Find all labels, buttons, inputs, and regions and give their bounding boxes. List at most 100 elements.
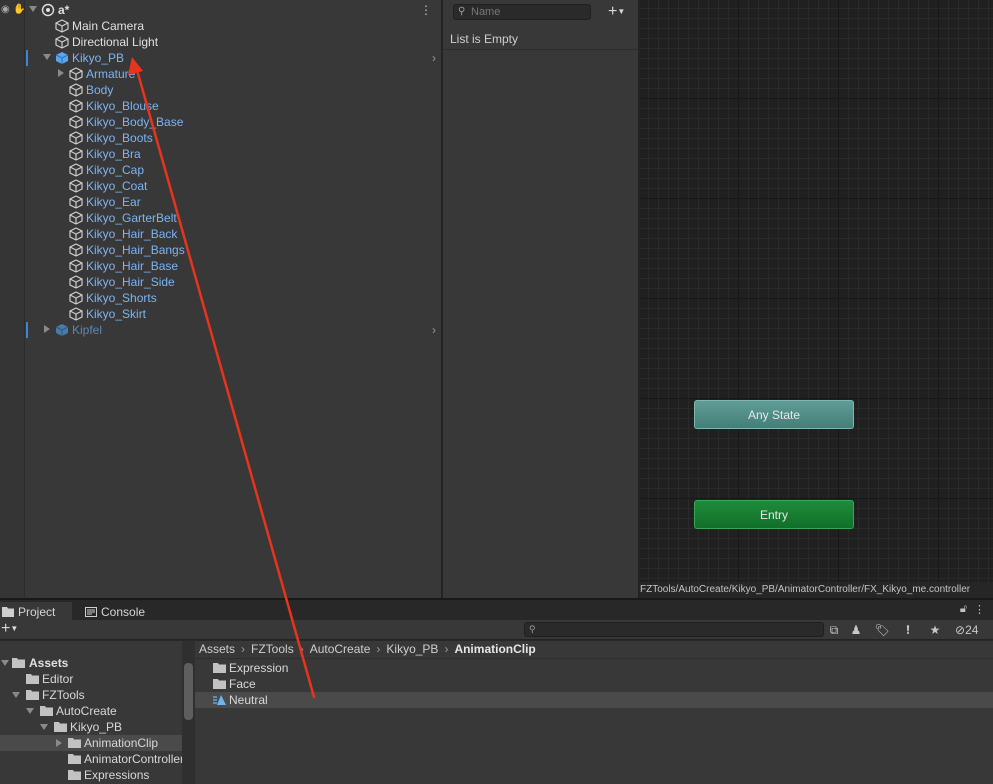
hierarchy-item-label: Kikyo_Coat: [86, 179, 148, 193]
hierarchy-item-kikyo-ear[interactable]: Kikyo_Ear: [0, 194, 441, 210]
tree-item-expressions[interactable]: Expressions: [0, 767, 182, 783]
prefab-icon: [55, 324, 69, 336]
hierarchy-item-kikyo-hair-back[interactable]: Kikyo_Hair_Back: [0, 226, 441, 242]
entry-node[interactable]: Entry: [694, 500, 854, 529]
hierarchy-item-kikyo-hair-bangs[interactable]: Kikyo_Hair_Bangs: [0, 242, 441, 258]
visibility-icon[interactable]: ◉: [1, 4, 10, 15]
project-toolbar: +▼ ⚲ ⧉ ♟ 🏷︎ ❗︎ ★ ⊘24: [0, 620, 993, 640]
scene-menu-icon[interactable]: ⋮: [420, 4, 432, 16]
hierarchy-item-label: Kikyo_Blouse: [86, 99, 159, 113]
pickable-icon[interactable]: ✋: [13, 4, 25, 15]
favorite-star-icon[interactable]: ★: [927, 622, 943, 638]
filter-by-label-icon[interactable]: 🏷︎: [874, 622, 890, 638]
asset-item-label: Neutral: [229, 693, 268, 707]
asset-item-face[interactable]: Face: [195, 676, 993, 692]
tree-item-label: Assets: [29, 656, 69, 670]
hierarchy-item-kikyo-blouse[interactable]: Kikyo_Blouse: [0, 98, 441, 114]
add-parameter-label: +: [608, 3, 618, 20]
hierarchy-item-kikyo-boots[interactable]: Kikyo_Boots: [0, 130, 441, 146]
hierarchy-item-kikyo-garterbelt[interactable]: Kikyo_GarterBelt: [0, 210, 441, 226]
tree-scrollbar[interactable]: [182, 641, 195, 784]
tree-item-assets[interactable]: Assets: [0, 655, 182, 671]
tab-bar: Project Console 🔓︎ ⋮: [0, 598, 993, 622]
hierarchy-item-main-camera[interactable]: Main Camera: [0, 18, 441, 34]
lock-icon[interactable]: 🔓︎: [960, 603, 967, 616]
expand-arrow-icon[interactable]: [29, 6, 37, 12]
parameter-search-box[interactable]: ⚲: [453, 4, 591, 20]
hierarchy-item-kikyo-bra[interactable]: Kikyo_Bra: [0, 146, 441, 162]
hierarchy-item-kikyo-hair-base[interactable]: Kikyo_Hair_Base: [0, 258, 441, 274]
breadcrumb-autocreate[interactable]: AutoCreate: [310, 642, 371, 656]
hierarchy-item-kipfel[interactable]: Kipfel ›: [0, 322, 441, 338]
asset-item-neutral[interactable]: Neutral: [195, 692, 993, 708]
dropdown-caret-icon: ▼: [10, 624, 19, 633]
hierarchy-item-label: Kikyo_Shorts: [86, 291, 157, 305]
tree-item-label: Kikyo_PB: [70, 720, 123, 734]
project-search-input[interactable]: [541, 623, 821, 636]
tree-item-animatorcontroller[interactable]: AnimatorController: [0, 751, 182, 767]
chevron-right-icon[interactable]: ›: [432, 51, 436, 65]
gameobject-icon: [69, 163, 83, 177]
hierarchy-item-kikyo-shorts[interactable]: Kikyo_Shorts: [0, 290, 441, 306]
any-state-node[interactable]: Any State: [694, 400, 854, 429]
unity-scene-icon: [41, 3, 55, 17]
hierarchy-item-kikyo-cap[interactable]: Kikyo_Cap: [0, 162, 441, 178]
hierarchy-item-body[interactable]: Body: [0, 82, 441, 98]
breadcrumb-kikyo-pb[interactable]: Kikyo_PB: [386, 642, 438, 656]
hierarchy-item-armature[interactable]: Armature: [0, 66, 441, 82]
tree-item-autocreate[interactable]: AutoCreate: [0, 703, 182, 719]
hierarchy-item-label: Kikyo_Hair_Side: [86, 275, 175, 289]
search-by-type-icon[interactable]: ⧉: [826, 622, 842, 638]
gameobject-icon: [69, 131, 83, 145]
hierarchy-item-kikyo-pb[interactable]: Kikyo_PB ›: [0, 50, 441, 66]
expand-arrow-icon[interactable]: [44, 325, 50, 333]
asset-item-expression[interactable]: Expression: [195, 660, 993, 676]
expand-arrow-icon[interactable]: [12, 692, 20, 698]
more-menu-icon[interactable]: ⋮: [974, 603, 985, 616]
gameobject-icon: [69, 147, 83, 161]
hierarchy-item-label: Kikyo_Hair_Bangs: [86, 243, 185, 257]
filter-by-type-icon[interactable]: ♟: [848, 622, 864, 638]
log-types-icon[interactable]: ❗︎: [900, 622, 916, 638]
gameobject-icon: [69, 211, 83, 225]
folder-icon: [213, 678, 226, 689]
expand-arrow-icon[interactable]: [26, 708, 34, 714]
hierarchy-item-label: Kikyo_Hair_Back: [86, 227, 178, 241]
parameter-search-input[interactable]: [471, 5, 586, 19]
scrollbar-thumb[interactable]: [184, 663, 193, 720]
hierarchy-item-kikyo-hair-side[interactable]: Kikyo_Hair_Side: [0, 274, 441, 290]
folder-icon: [68, 737, 81, 748]
dropdown-caret-icon: ▼: [617, 7, 626, 16]
expand-arrow-icon[interactable]: [40, 724, 48, 730]
gameobject-icon: [69, 99, 83, 113]
scene-row[interactable]: ◉ ✋ a* ⋮: [0, 2, 441, 18]
tree-item-animationclip[interactable]: AnimationClip: [0, 735, 182, 751]
breadcrumb-fztools[interactable]: FZTools: [251, 642, 294, 656]
hierarchy-item-kikyo-body-base[interactable]: Kikyo_Body_Base: [0, 114, 441, 130]
hierarchy-item-kikyo-skirt[interactable]: Kikyo_Skirt: [0, 306, 441, 322]
expand-arrow-icon[interactable]: [1, 660, 9, 666]
project-search-box[interactable]: ⚲: [524, 622, 824, 637]
hierarchy-item-label: Kikyo_Bra: [86, 147, 141, 161]
chevron-right-icon[interactable]: ›: [432, 323, 436, 337]
gameobject-icon: [69, 227, 83, 241]
hierarchy-item-kikyo-coat[interactable]: Kikyo_Coat: [0, 178, 441, 194]
animator-graph[interactable]: Any State Entry FZTools/AutoCreate/Kikyo…: [640, 0, 993, 598]
hidden-packages-count[interactable]: ⊘24: [955, 622, 978, 638]
tree-item-kikyo-pb[interactable]: Kikyo_PB: [0, 719, 182, 735]
expand-arrow-icon[interactable]: [56, 739, 62, 747]
tab-console[interactable]: Console: [83, 602, 163, 622]
expand-arrow-icon[interactable]: [43, 54, 51, 60]
hierarchy-item-label: Kikyo_Hair_Base: [86, 259, 179, 273]
parameters-panel: ⚲ +▼ List is Empty: [443, 0, 638, 598]
breadcrumb-assets[interactable]: Assets: [199, 642, 235, 656]
expand-arrow-icon[interactable]: [58, 69, 64, 77]
add-parameter-button[interactable]: +▼: [608, 3, 636, 21]
tab-project[interactable]: Project: [0, 602, 72, 622]
create-asset-button[interactable]: +▼: [1, 620, 18, 638]
tree-item-fztools[interactable]: FZTools: [0, 687, 182, 703]
hierarchy-item-directional-light[interactable]: Directional Light: [0, 34, 441, 50]
breadcrumb-separator-icon: ›: [299, 642, 304, 656]
tree-item-editor[interactable]: Editor: [0, 671, 182, 687]
breadcrumb-animationclip[interactable]: AnimationClip: [454, 642, 535, 656]
